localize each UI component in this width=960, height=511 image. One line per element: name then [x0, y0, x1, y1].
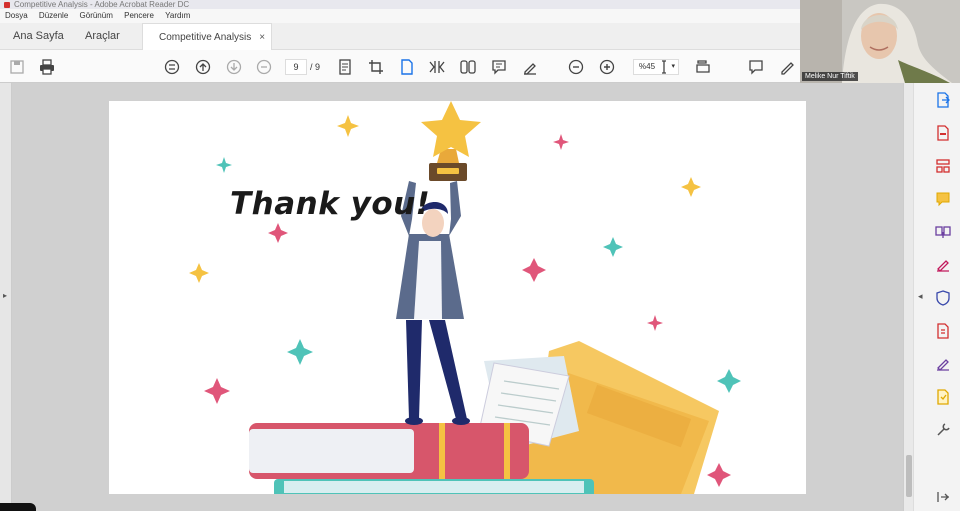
thank-you-illustration	[189, 101, 741, 494]
tab-tools[interactable]: Araçlar	[85, 23, 120, 50]
tab-document[interactable]: Competitive Analysis ×	[142, 23, 273, 50]
tab-document-label: Competitive Analysis	[159, 32, 252, 43]
fill-sign-icon[interactable]	[934, 256, 952, 274]
page-number-input[interactable]: 9	[285, 59, 307, 75]
page-down-icon[interactable]	[225, 58, 243, 76]
left-panel-strip[interactable]: ▸	[0, 83, 12, 511]
request-signature-icon[interactable]	[934, 355, 952, 373]
export-pdf-icon[interactable]	[934, 91, 952, 109]
text-cursor-icon[interactable]	[655, 58, 673, 76]
zoom-out-icon[interactable]	[567, 58, 585, 76]
two-page-icon[interactable]	[459, 58, 477, 76]
stop-icon[interactable]	[255, 58, 273, 76]
menu-window[interactable]: Pencere	[124, 11, 154, 20]
vertical-scrollbar[interactable]	[903, 83, 913, 511]
close-tab-icon[interactable]: ×	[259, 32, 265, 43]
webcam-person-image	[800, 0, 960, 83]
participant-name: Melike Nur Tiftik	[802, 72, 858, 81]
menu-help[interactable]: Yardım	[165, 11, 190, 20]
tab-bar: Ana Sayfa Araçlar Competitive Analysis ×	[0, 23, 800, 50]
window-title-bar: Competitive Analysis - Adobe Acrobat Rea…	[0, 0, 800, 9]
menu-edit[interactable]: Düzenle	[39, 11, 68, 20]
trophy-illustration	[421, 101, 481, 181]
save-icon[interactable]	[8, 58, 26, 76]
combine-files-icon[interactable]	[934, 223, 952, 241]
scrollbar-thumb[interactable]	[906, 455, 912, 497]
print-icon[interactable]	[38, 58, 56, 76]
collapse-panel-icon[interactable]	[934, 488, 952, 506]
taskbar-corner	[0, 503, 36, 511]
more-tools-icon[interactable]	[934, 421, 952, 439]
single-page-icon[interactable]	[398, 58, 416, 76]
zoom-level-value: %45	[639, 62, 656, 71]
menu-bar: Dosya Düzenle Görünüm Pencere Yardım	[0, 9, 800, 23]
fit-width-icon[interactable]	[694, 58, 712, 76]
send-review-icon[interactable]	[934, 388, 952, 406]
comment-icon[interactable]	[490, 58, 508, 76]
acrobat-icon	[4, 1, 10, 8]
compress-pdf-icon[interactable]	[934, 322, 952, 340]
scroll-icon[interactable]	[428, 58, 446, 76]
window-title: Competitive Analysis - Adobe Acrobat Rea…	[14, 0, 190, 9]
toolbar: 9 / 9 %45 ▾	[0, 50, 910, 83]
tab-home[interactable]: Ana Sayfa	[13, 23, 64, 50]
select-icon[interactable]	[163, 58, 181, 76]
page-total: / 9	[310, 62, 321, 72]
page-up-icon[interactable]	[194, 58, 212, 76]
zoom-in-icon[interactable]	[598, 58, 616, 76]
fit-page-icon[interactable]	[336, 58, 354, 76]
expand-left-panel-icon[interactable]: ▸	[3, 291, 7, 300]
protect-icon[interactable]	[934, 289, 952, 307]
highlight-icon[interactable]	[521, 58, 539, 76]
crop-icon[interactable]	[367, 58, 385, 76]
menu-view[interactable]: Görünüm	[80, 11, 113, 20]
pen-icon[interactable]	[778, 58, 796, 76]
menu-file[interactable]: Dosya	[5, 11, 28, 20]
webcam-video: Melike Nur Tiftik	[800, 0, 960, 83]
create-pdf-icon[interactable]	[934, 124, 952, 142]
slide-heading: Thank you!	[230, 186, 431, 222]
organize-pages-icon[interactable]	[934, 157, 952, 175]
collapse-right-panel-icon[interactable]: ◂	[918, 291, 923, 302]
tools-panel: ◂	[913, 83, 960, 511]
pdf-page: Thank you!	[109, 101, 806, 494]
comment-icon[interactable]	[934, 190, 952, 208]
sticky-note-icon[interactable]	[747, 58, 765, 76]
